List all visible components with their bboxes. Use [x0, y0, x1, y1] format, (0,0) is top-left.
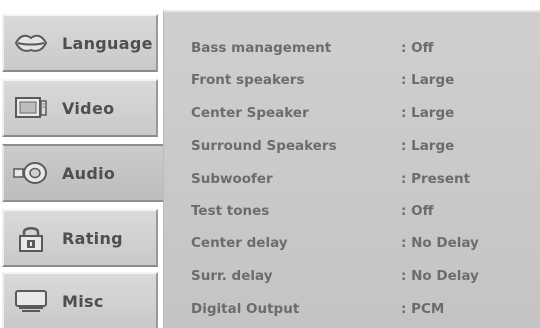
setting-value: : Large [401, 105, 455, 121]
tab-misc[interactable]: Misc [2, 272, 158, 328]
setting-front-speakers[interactable]: Front speakers : Large [191, 68, 531, 92]
setting-value: : No Delay [401, 268, 479, 284]
setting-label: Subwoofer [191, 171, 273, 187]
audio-settings-panel: Bass management : Off Front speakers : L… [163, 10, 540, 328]
setting-value: : Off [401, 203, 434, 219]
dvd-setup-menu: Language Video Audio Rating Misc Bass ma… [0, 0, 540, 328]
setting-label: Bass management [191, 40, 332, 56]
tab-misc-label: Misc [62, 291, 104, 311]
setting-digital-output[interactable]: Digital Output : PCM [191, 297, 531, 321]
category-sidebar: Language Video Audio Rating Misc [0, 0, 163, 328]
setting-surr-delay[interactable]: Surr. delay : No Delay [191, 264, 531, 288]
setting-test-tones[interactable]: Test tones : Off [191, 199, 531, 223]
tv-display-icon [12, 286, 50, 316]
tab-rating-label: Rating [62, 228, 123, 248]
setting-value: : Off [401, 40, 434, 56]
setting-label: Test tones [191, 203, 270, 219]
lock-icon [12, 223, 50, 253]
tab-audio-label: Audio [62, 163, 116, 183]
monitor-icon [12, 93, 50, 123]
tab-language[interactable]: Language [2, 14, 158, 72]
tab-language-label: Language [62, 33, 153, 53]
tab-video[interactable]: Video [2, 79, 158, 137]
setting-center-delay[interactable]: Center delay : No Delay [191, 231, 531, 255]
setting-label: Front speakers [191, 72, 305, 88]
tab-rating[interactable]: Rating [2, 209, 158, 267]
tab-audio[interactable]: Audio [2, 144, 163, 202]
setting-label: Center Speaker [191, 105, 309, 121]
setting-value: : PCM [401, 301, 445, 317]
setting-value: : No Delay [401, 235, 479, 251]
setting-value: : Large [401, 72, 455, 88]
lips-icon [12, 28, 50, 58]
setting-subwoofer[interactable]: Subwoofer : Present [191, 167, 531, 191]
setting-value: : Large [401, 138, 455, 154]
setting-label: Surround Speakers [191, 138, 337, 154]
setting-label: Digital Output [191, 301, 300, 317]
tab-video-label: Video [62, 98, 115, 118]
setting-label: Center delay [191, 235, 288, 251]
setting-bass-management[interactable]: Bass management : Off [191, 36, 531, 60]
setting-value: : Present [401, 171, 471, 187]
setting-label: Surr. delay [191, 268, 273, 284]
speaker-icon [12, 158, 50, 188]
setting-surround-speakers[interactable]: Surround Speakers : Large [191, 134, 531, 158]
setting-center-speaker[interactable]: Center Speaker : Large [191, 101, 531, 125]
